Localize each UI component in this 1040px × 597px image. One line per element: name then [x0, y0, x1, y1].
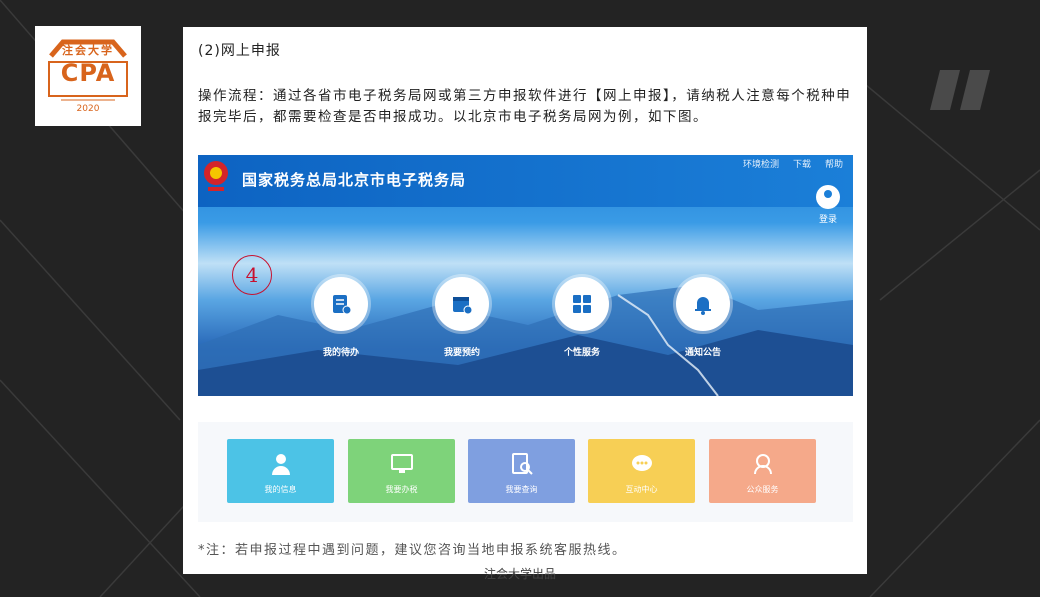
toplink-env-check[interactable]: 环境检测 [743, 157, 779, 170]
toplink-download[interactable]: 下载 [793, 157, 811, 170]
tile-interaction[interactable]: 互动中心 [588, 439, 695, 503]
tile-label: 我要办税 [385, 485, 418, 494]
service-label: 通知公告 [684, 348, 721, 358]
tile-tax-handling[interactable]: 我要办税 [348, 439, 455, 503]
site-title: 国家税务总局北京市电子税务局 [242, 171, 467, 189]
service-personalized[interactable]: 个性服务 [542, 277, 622, 358]
tax-portal-screenshot: 国家税务总局北京市电子税务局 环境检测 下载 帮助 登录 4 我的待办 我要预约… [198, 155, 853, 396]
person-icon [271, 454, 290, 475]
service-label: 我的待办 [322, 348, 359, 358]
tile-label: 公众服务 [746, 485, 779, 494]
tile-label: 我要查询 [505, 485, 538, 494]
search-document-icon [511, 453, 533, 475]
calendar-icon [453, 297, 473, 315]
grid-icon [573, 295, 591, 313]
great-wall-mountain-image [198, 285, 853, 396]
service-label: 个性服务 [563, 348, 600, 358]
tile-public-service[interactable]: 公众服务 [709, 439, 816, 503]
login-label: 登录 [818, 215, 837, 225]
quote-mark-icon [930, 70, 990, 110]
service-icon [753, 454, 772, 475]
step-number-badge: 4 [232, 255, 272, 295]
service-my-todo[interactable]: 我的待办 [301, 277, 381, 358]
function-tiles: 我的信息 我要办税 我要查询 互动中心 公众服务 [198, 422, 853, 522]
tile-label: 互动中心 [625, 485, 658, 494]
logo-mark: CPA [60, 59, 116, 87]
logo-year: 2020 [76, 104, 100, 114]
chat-icon [631, 455, 652, 471]
todo-list-icon [333, 295, 352, 315]
article-subtitle: (2)网上申报 [198, 43, 281, 59]
tile-query[interactable]: 我要查询 [468, 439, 575, 503]
monitor-icon [390, 454, 413, 473]
logo-motto: 注会大学 [62, 44, 114, 57]
site-header: 国家税务总局北京市电子税务局 环境检测 下载 帮助 [198, 155, 853, 207]
tile-my-info[interactable]: 我的信息 [227, 439, 334, 503]
tile-label: 我的信息 [264, 485, 297, 494]
cpa-logo: 注会大学 CPA 2020 [35, 26, 141, 126]
service-label: 我要预约 [443, 348, 480, 358]
article-note: *注：若申报过程中遇到问题，建议您咨询当地申报系统客服热线。 [198, 543, 627, 558]
site-top-links: 环境检测 下载 帮助 [743, 157, 843, 170]
user-avatar-icon [816, 185, 840, 209]
tax-emblem-icon [204, 161, 228, 191]
toplink-help[interactable]: 帮助 [825, 157, 843, 170]
bell-icon [695, 297, 711, 315]
login-button[interactable]: 登录 [813, 185, 843, 225]
service-appointment[interactable]: 我要预约 [422, 277, 502, 358]
article-paragraph: 操作流程：通过各省市电子税务局网或第三方申报软件进行【网上申报】，请纳税人注意每… [198, 88, 852, 125]
credit-text: 注会大学出品 [483, 567, 556, 581]
service-announcements[interactable]: 通知公告 [663, 277, 743, 358]
article-card: (2)网上申报 操作流程：通过各省市电子税务局网或第三方申报软件进行【网上申报】… [183, 27, 867, 574]
